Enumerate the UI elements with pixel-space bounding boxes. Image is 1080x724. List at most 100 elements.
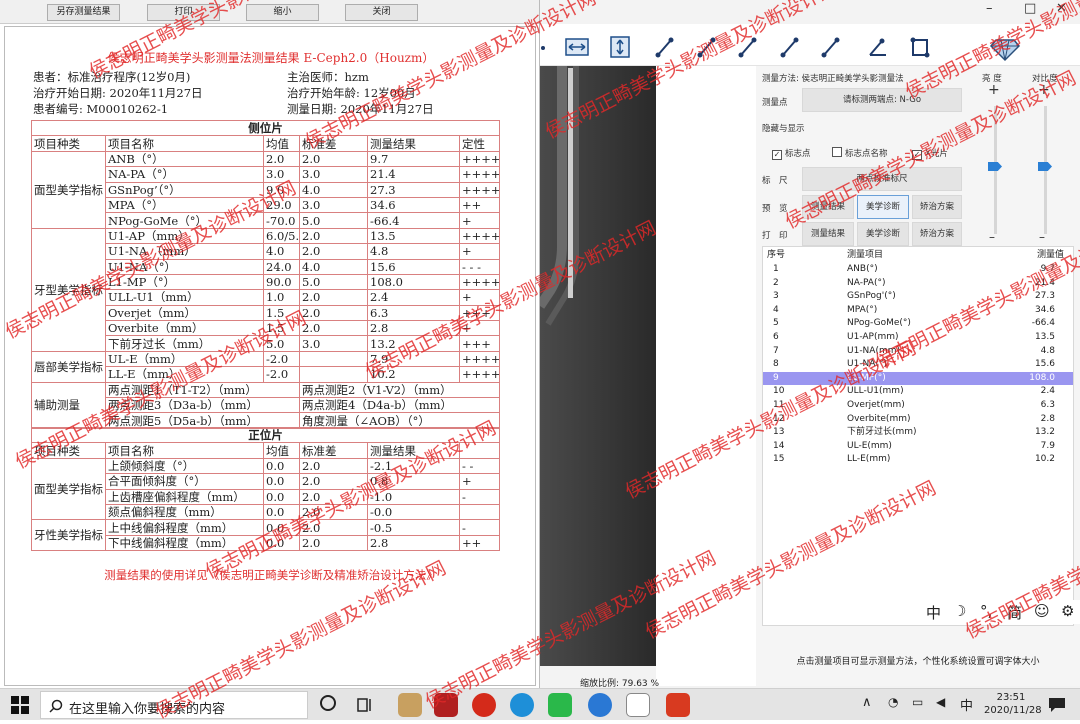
edge-browser-icon[interactable] xyxy=(510,693,534,717)
column-header: 标准差 xyxy=(299,442,368,459)
landmark-checkbox[interactable]: ✓ 标志点 xyxy=(772,147,811,160)
report-title: 侯志明正畸美学头影测量法测量结果 E-Ceph2.0（Houzm） xyxy=(107,51,435,65)
column-header: 项目名称 xyxy=(105,135,264,152)
list-item[interactable]: 3 GSnPog'(°) 27.3 xyxy=(763,290,1073,304)
section-title: 正位片 xyxy=(30,426,501,444)
input-language-indicator[interactable]: 中 xyxy=(960,695,973,714)
list-item[interactable]: 6 U1-AP(mm) 13.5 xyxy=(763,331,1073,345)
print-button[interactable]: 打印 xyxy=(147,4,220,21)
ime-chinese-mode[interactable]: 中 xyxy=(926,602,941,623)
list-item[interactable]: 13 下前牙过长(mm) 13.2 xyxy=(763,426,1073,440)
item-name-cell: 下前牙过长（mm） xyxy=(105,335,264,352)
control-panel: 测量方法: 侯志明正畸美学头影测量法 测量点 请标测两端点: N-Go 隐藏与显… xyxy=(756,66,1080,686)
mean-cell: 1.5 xyxy=(263,320,300,337)
print-result-button[interactable]: 测量结果 xyxy=(802,222,854,246)
list-item[interactable]: 1 ANB(°) 9.7 xyxy=(763,263,1073,277)
list-item-value: 27.3 xyxy=(1034,291,1055,302)
wechat-icon[interactable] xyxy=(548,693,572,717)
battery-icon[interactable]: ▭ xyxy=(912,695,923,709)
line-tool-1-icon[interactable] xyxy=(655,37,674,58)
minimize-button[interactable]: – xyxy=(986,1,993,16)
list-item[interactable]: 15 LL-E(mm) 10.2 xyxy=(763,453,1073,467)
table-row: 牙型美学指标U1-AP（mm）6.0/5.02.013.5++++ xyxy=(31,227,501,352)
maximize-button[interactable]: □ xyxy=(1024,1,1036,16)
print-aesthetic-button[interactable]: 美学诊断 xyxy=(857,222,909,246)
list-item[interactable]: 11 Overjet(mm) 6.3 xyxy=(763,399,1073,413)
vertical-fit-icon[interactable] xyxy=(610,36,630,58)
list-item[interactable]: 12 Overbite(mm) 2.8 xyxy=(763,413,1073,427)
column-header: 均值 xyxy=(263,135,300,152)
volume-icon[interactable]: ◀ xyxy=(936,695,945,709)
contrast-plus[interactable]: + xyxy=(1038,82,1050,98)
calibrate-ruler-button[interactable]: 两点校准标尺 xyxy=(802,167,962,191)
close-app-button[interactable]: ✕ xyxy=(1056,1,1067,16)
xray-image[interactable] xyxy=(540,66,656,666)
ime-emoji-icon[interactable]: ☺ xyxy=(1034,602,1050,620)
contrast-minus[interactable]: – xyxy=(1039,230,1045,244)
ime-simplified[interactable]: 简 xyxy=(1007,602,1022,623)
brightness-plus[interactable]: + xyxy=(988,82,1000,98)
notification-icon[interactable] xyxy=(1048,697,1066,713)
item-name-cell: 颏点偏斜程度（mm） xyxy=(105,503,264,521)
line-tool-2-icon[interactable] xyxy=(697,37,716,58)
close-report-button[interactable]: 关闭 xyxy=(345,4,418,21)
sd-cell: 3.0 xyxy=(299,335,368,352)
ceph-app-icon[interactable] xyxy=(398,693,422,717)
category-cell: 辅助测量 xyxy=(31,381,106,429)
list-item[interactable]: 10 ULL-U1(mm) 2.4 xyxy=(763,385,1073,399)
ime-punctuation[interactable]: °, xyxy=(980,602,992,620)
column-header: 标准差 xyxy=(299,135,368,152)
line-tool-5-icon[interactable] xyxy=(821,37,840,58)
print-plan-button[interactable]: 矫治方案 xyxy=(912,222,962,246)
list-item-value: 9.7 xyxy=(1040,264,1055,274)
qualitative-cell: +++ xyxy=(458,335,501,352)
list-item[interactable]: 14 UL-E(mm) 7.9 xyxy=(763,440,1073,454)
brightness-slider-thumb[interactable] xyxy=(988,162,1002,171)
line-tool-4-icon[interactable] xyxy=(780,37,799,58)
measurement-list[interactable]: 序号 测量项目 测量值 1 ANB(°) 9.7 2 NA-PA(°) 21.4 3 GSnP… xyxy=(762,246,1074,626)
taskbar-search-box[interactable]: 在这里输入你要搜索的内容 xyxy=(40,691,308,719)
tool-app-icon[interactable] xyxy=(666,693,690,717)
more-tools-icon[interactable] xyxy=(541,46,545,50)
network-icon[interactable]: ◔ xyxy=(888,695,898,709)
contrast-slider-thumb[interactable] xyxy=(1038,162,1052,171)
canvas-area[interactable] xyxy=(656,66,756,686)
list-item[interactable]: 4 MPA(°) 34.6 xyxy=(763,304,1073,318)
landmark-name-checkbox[interactable]: 标志点名称 xyxy=(832,147,888,159)
list-item[interactable]: 8 U1-NA(°) 15.6 xyxy=(763,358,1073,372)
list-item-value: 13.2 xyxy=(1034,427,1055,438)
qualitative-cell: ++ xyxy=(458,534,501,552)
horizontal-fit-icon[interactable] xyxy=(565,38,589,56)
tooth-app-icon[interactable] xyxy=(626,693,650,717)
list-item[interactable]: 9 L1-MP(°) 108.0 xyxy=(763,371,1073,386)
diamond-icon[interactable] xyxy=(989,39,1021,62)
clock[interactable]: 23:51 2020/11/28 xyxy=(984,691,1042,717)
ime-settings-icon[interactable]: ⚙ xyxy=(1061,602,1074,620)
list-item-value: 34.6 xyxy=(1034,304,1055,315)
angle-tool-icon[interactable] xyxy=(869,38,886,56)
preview-result-button[interactable]: 测量结果 xyxy=(802,195,854,219)
point-display[interactable]: 请标测两端点: N-Go xyxy=(802,88,962,112)
list-item[interactable]: 7 U1-NA(mm) 4.8 xyxy=(763,345,1073,359)
browser-icon[interactable] xyxy=(588,693,612,717)
xray-checkbox[interactable]: ✓ X光片 xyxy=(912,147,948,160)
list-item[interactable]: 5 NPog-GoMe(°) -66.4 xyxy=(763,317,1073,331)
line-tool-3-icon[interactable] xyxy=(738,37,757,58)
windows-start-icon[interactable] xyxy=(10,695,30,715)
sd-cell: 2.0 xyxy=(299,289,368,306)
list-item[interactable]: 2 NA-PA(°) 21.4 xyxy=(763,277,1073,291)
result-cell: 6.3 xyxy=(367,304,460,322)
cortana-icon[interactable] xyxy=(320,695,336,711)
tray-chevron-icon[interactable]: ∧ xyxy=(862,695,872,710)
task-view-icon[interactable] xyxy=(356,696,374,714)
preview-aesthetic-button[interactable]: 美学诊断 xyxy=(857,195,909,219)
mean-cell: 24.0 xyxy=(263,258,300,275)
preview-plan-button[interactable]: 矫治方案 xyxy=(912,195,962,219)
photo-app-icon[interactable] xyxy=(434,693,458,717)
zoom-out-button[interactable]: 缩小 xyxy=(246,4,319,21)
ime-moon-icon[interactable]: ☽ xyxy=(953,602,966,620)
save-result-button[interactable]: 另存测量结果 xyxy=(47,4,120,21)
rectangle-tool-icon[interactable] xyxy=(910,37,930,58)
brightness-minus[interactable]: – xyxy=(989,230,995,244)
flash-app-icon[interactable] xyxy=(472,693,496,717)
